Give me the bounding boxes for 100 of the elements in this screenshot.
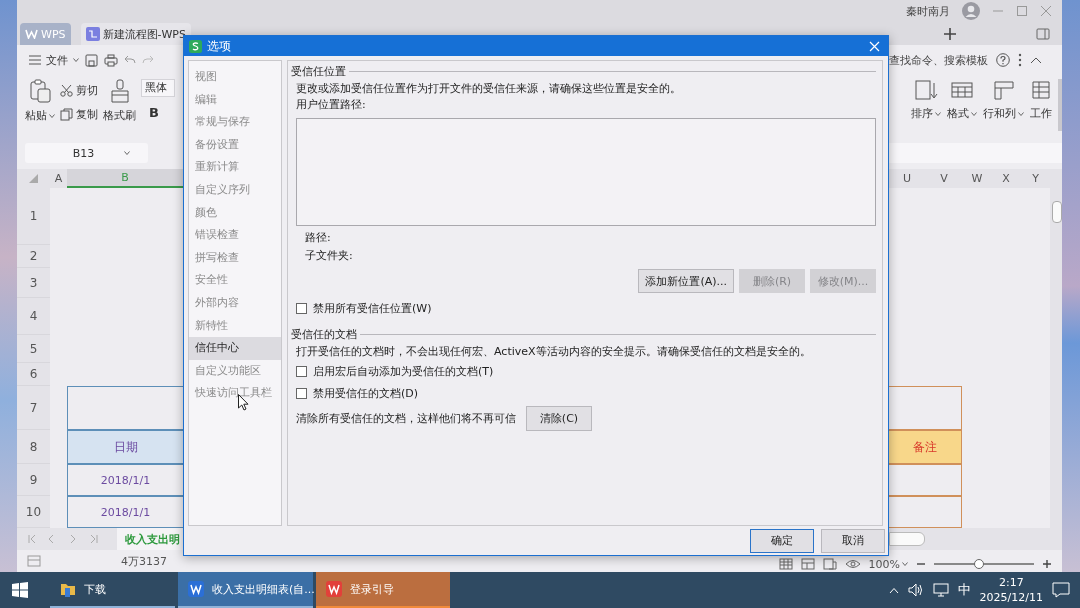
format-painter-button[interactable]: 格式刷 [103,79,136,123]
more-icon[interactable] [1018,53,1022,67]
undo-icon[interactable] [124,54,136,66]
location-button[interactable]: 添加新位置(A)... [638,269,734,293]
checkbox[interactable] [296,302,307,314]
category-item[interactable]: 自定义序列 [189,178,281,202]
column-header[interactable]: A [50,169,67,188]
category-item[interactable]: 快速访问工具栏 [189,382,281,405]
clock-date[interactable]: 2025/12/11 [979,590,1043,605]
caret-icon [971,111,977,116]
input-method-indicator[interactable]: 中 [957,581,971,599]
ribbon-scrollbar[interactable] [1058,79,1062,131]
help-icon[interactable] [996,53,1010,67]
category-item[interactable]: 外部内容 [189,291,281,315]
close-icon[interactable] [1040,5,1052,17]
checkbox[interactable] [296,387,307,399]
column-header[interactable]: X [991,169,1021,188]
category-item[interactable]: 重新计算 [189,156,281,179]
checkbox-option[interactable]: 启用宏后自动添加为受信任的文档(T) [291,363,876,379]
category-item[interactable]: 常规与保存 [189,111,281,134]
spreadsheet-logo-icon [189,39,202,53]
page-layout-icon[interactable] [800,558,815,570]
clear-button[interactable]: 清除(C) [526,406,592,431]
row-number[interactable]: 8 [17,430,50,464]
column-header[interactable]: U [889,169,925,188]
row-number[interactable]: 10 [17,496,50,528]
ribbon-button[interactable]: 排序 [911,79,941,121]
category-item[interactable]: 拼写检查 [189,246,281,270]
sheet-icon[interactable] [27,555,41,567]
command-search[interactable]: 查找命令、搜索模板 [889,52,988,68]
user-name[interactable]: 秦时南月 [906,3,950,19]
taskbar-item[interactable]: 下载 [50,572,175,608]
category-item[interactable]: 编辑 [189,88,281,112]
row-number[interactable]: 7 [17,386,50,430]
document-tab[interactable]: 新建流程图-WPS [80,23,191,45]
clock-time[interactable]: 2:17 [998,575,1024,590]
category-item[interactable]: 备份设置 [189,133,281,157]
save-icon[interactable] [85,53,98,67]
category-item[interactable]: 视图 [189,66,281,89]
zoom-dropdown[interactable]: 100% [868,557,908,571]
row-number[interactable]: 3 [17,268,50,298]
scissors-icon [60,84,73,97]
column-header[interactable]: Y [1021,169,1050,188]
row-number[interactable]: 6 [17,363,50,386]
speaker-icon[interactable] [907,583,924,597]
formula-field[interactable] [889,143,1062,163]
taskbar-item[interactable]: 收入支出明细表(自... [178,572,313,608]
eye-icon[interactable] [844,558,861,570]
copy-button[interactable]: 复制 [60,107,98,122]
paste-button[interactable]: 粘贴 [25,79,55,123]
avatar-icon[interactable] [962,2,980,20]
font-field[interactable]: 黑体 [141,79,175,97]
path-label: 路径: [304,230,332,246]
bold-button[interactable]: B [141,105,175,120]
plus-icon[interactable] [1042,559,1052,569]
maximize-icon[interactable] [1016,5,1028,17]
dialog-button[interactable]: 取消 [821,528,885,553]
row-number[interactable]: 9 [17,464,50,496]
category-item[interactable]: 安全性 [189,269,281,292]
taskbar-item[interactable]: 登录引导 [316,572,450,608]
row-number[interactable]: 1 [17,188,50,245]
chevron-up-icon[interactable] [888,586,899,594]
side-panel-icon[interactable] [1036,26,1050,41]
wps-app-icon [188,581,204,597]
slider-thumb[interactable] [974,559,984,569]
category-item[interactable]: 错误检查 [189,224,281,247]
windows-logo-icon [12,582,28,598]
column-header[interactable]: V [925,169,963,188]
field-label: 用户位置路径: [295,97,367,113]
table-format-icon [950,79,974,101]
category-item[interactable]: 自定义功能区 [189,359,281,383]
location-list[interactable] [296,118,876,226]
monitor-icon[interactable] [932,583,949,597]
notification-icon[interactable] [1052,582,1070,598]
dialog-button[interactable]: 确定 [750,528,814,553]
category-item[interactable]: 信任中心 [189,337,281,360]
clipboard-icon [29,79,51,103]
file-menu[interactable]: 文件 [29,52,79,68]
collapse-icon[interactable] [1030,56,1042,64]
row-number[interactable]: 4 [17,298,50,335]
rows-columns-icon [991,79,1016,101]
checkbox-option[interactable]: 禁用受信任的文档(D) [291,385,876,401]
ribbon-button[interactable]: 工作 [1030,79,1052,121]
column-header[interactable]: W [963,169,991,188]
name-box[interactable]: B13 [25,143,148,163]
brush-icon [108,79,131,103]
ribbon-button[interactable]: 格式 [947,79,977,121]
category-item[interactable]: 颜色 [189,201,281,225]
plus-icon[interactable] [943,26,957,41]
row-number[interactable]: 5 [17,335,50,363]
row-number[interactable]: 2 [17,245,50,268]
checkbox[interactable] [296,365,307,377]
section-description: 打开受信任的文档时，不会出现任何宏、ActiveX等活动内容的安全提示。请确保受信任的文档是安全的。 [295,344,812,360]
print-icon[interactable] [104,53,118,67]
normal-view-icon[interactable] [778,558,793,570]
ribbon-button[interactable]: 行和列 [983,79,1024,121]
cut-button[interactable]: 剪切 [60,83,98,98]
category-item[interactable]: 新特性 [189,314,281,338]
checkbox-option[interactable]: 禁用所有受信任位置(W) [291,300,876,316]
page-break-icon[interactable] [822,558,837,570]
